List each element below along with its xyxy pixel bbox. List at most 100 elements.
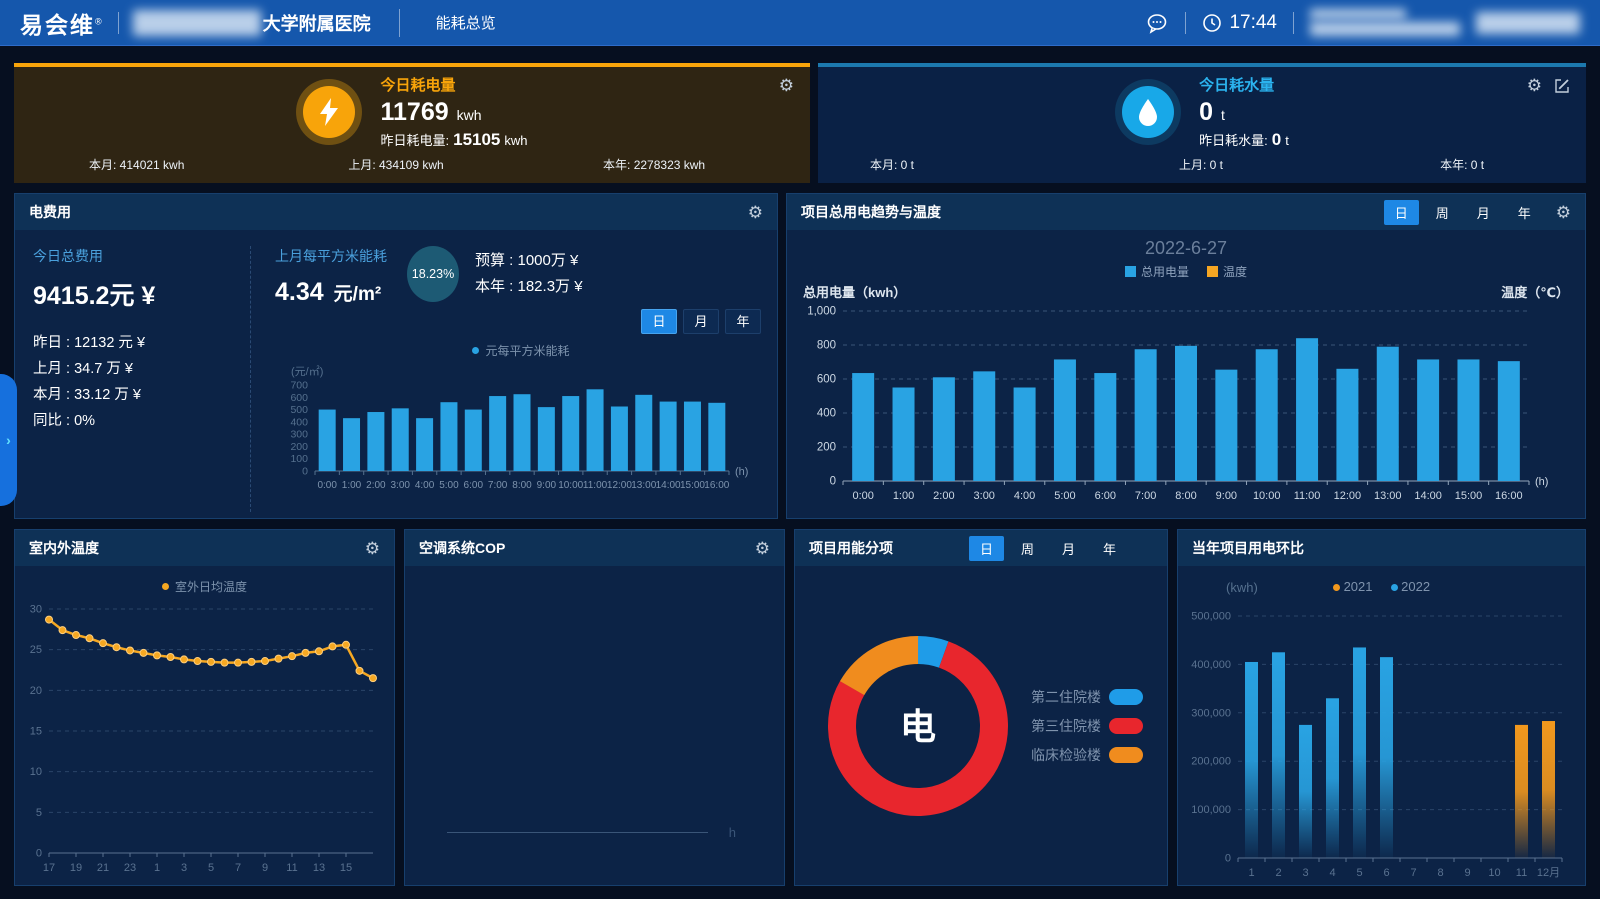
svg-text:12:00: 12:00 — [1334, 490, 1362, 502]
message-icon[interactable] — [1145, 11, 1169, 35]
tab-day[interactable]: 日 — [969, 536, 1004, 561]
trend-axis-labels: 总用电量（kwh） 温度（℃） — [787, 280, 1585, 301]
legend-item[interactable]: 临床检验楼 — [1031, 745, 1143, 765]
tab-month[interactable]: 月 — [1051, 536, 1086, 561]
svg-text:1,000: 1,000 — [807, 306, 836, 318]
legend-dot — [1333, 584, 1340, 591]
panel-title: 空调系统COP — [419, 538, 505, 558]
svg-text:14:00: 14:00 — [1414, 490, 1442, 502]
budget-block: 预算 : 1000万 ¥ 本年 : 182.3万 ¥ — [475, 248, 583, 300]
svg-text:9: 9 — [1464, 867, 1470, 879]
tab-week[interactable]: 周 — [1010, 536, 1045, 561]
settings-icon[interactable]: ⚙ — [779, 77, 794, 94]
tab-month[interactable]: 月 — [683, 309, 719, 334]
legend-item[interactable]: 温度 — [1207, 263, 1247, 280]
electric-fee-panel: 电费用 ⚙ 今日总费用 9415.2元 ¥ 昨日 : 12132 元 ¥ 上月 … — [14, 193, 778, 519]
tab-year[interactable]: 年 — [1092, 536, 1127, 561]
legend-dot — [1391, 584, 1398, 591]
legend-chip — [1109, 747, 1143, 763]
cop-x-axis — [447, 832, 708, 833]
electric-summary-card[interactable]: ⚙ 今日耗电量 11769kwh 昨日耗电量:15105kwh 本月: 4140… — [14, 63, 810, 183]
svg-text:200: 200 — [817, 442, 836, 454]
legend-item[interactable]: 第二住院楼 — [1031, 687, 1143, 707]
stat-year: 本年: 2278323 kwh — [603, 156, 810, 173]
svg-text:300: 300 — [290, 429, 308, 441]
svg-text:2:00: 2:00 — [366, 480, 386, 491]
legend-item[interactable]: 2022 — [1391, 579, 1431, 594]
drawer-handle[interactable]: › — [0, 374, 17, 506]
svg-text:300,000: 300,000 — [1191, 707, 1231, 719]
svg-text:10: 10 — [30, 766, 42, 778]
tab-month[interactable]: 月 — [1466, 200, 1501, 225]
svg-text:25: 25 — [30, 644, 42, 656]
temperature-panel: 室内外温度 ⚙ 室外日均温度 0510152025301719212313579… — [14, 529, 395, 886]
svg-text:23: 23 — [124, 862, 136, 874]
redacted-user-block[interactable] — [1476, 12, 1580, 34]
water-card-title: 今日耗水量 — [1199, 74, 1289, 95]
breakdown-period-tabs: 日 周 月 年 — [969, 536, 1127, 561]
tab-week[interactable]: 周 — [1425, 200, 1460, 225]
legend-item[interactable]: 第三住院楼 — [1031, 716, 1143, 736]
svg-text:15:00: 15:00 — [680, 480, 705, 491]
stat-month: 本月: 0 t — [818, 156, 1179, 173]
settings-icon[interactable]: ⚙ — [1556, 204, 1571, 221]
budget-percent-badge: 18.23% — [407, 246, 459, 302]
svg-text:11: 11 — [1516, 867, 1527, 879]
svg-text:10: 10 — [1488, 867, 1500, 879]
legend-item[interactable]: 2021 — [1333, 579, 1373, 594]
fee-today-label: 今日总费用 — [33, 246, 242, 266]
stat-last-month: 上月: 434109 kwh — [348, 156, 603, 173]
svg-text:500,000: 500,000 — [1191, 610, 1231, 622]
tab-day[interactable]: 日 — [1384, 200, 1419, 225]
legend-label: 元每平方米能耗 — [485, 342, 569, 359]
cop-chart-area: h — [405, 566, 784, 885]
water-summary-card[interactable]: ⚙ 今日耗水量 0t 昨日耗水量:0t 本月: 0 t 上月: 0 t 本年 — [818, 63, 1586, 183]
settings-icon[interactable]: ⚙ — [748, 204, 763, 221]
svg-text:0: 0 — [830, 476, 836, 488]
svg-text:0: 0 — [1225, 852, 1231, 864]
fee-bar-chart: 01002003004005006007000:001:002:003:004:… — [275, 379, 765, 497]
legend-item[interactable]: 总用电量 — [1125, 263, 1189, 280]
svg-text:17: 17 — [43, 862, 55, 874]
svg-text:8:00: 8:00 — [1175, 490, 1196, 502]
right-axis-label: 温度（℃） — [1501, 282, 1569, 301]
svg-text:7:00: 7:00 — [488, 480, 508, 491]
fee-row: 上月 : 34.7 万 ¥ — [33, 356, 242, 382]
svg-text:16:00: 16:00 — [704, 480, 729, 491]
panel-title: 电费用 — [29, 202, 71, 222]
tab-year[interactable]: 年 — [725, 309, 761, 334]
svg-text:7:00: 7:00 — [1135, 490, 1156, 502]
svg-text:10:00: 10:00 — [1253, 490, 1281, 502]
settings-icon[interactable]: ⚙ — [1527, 77, 1542, 94]
svg-text:3: 3 — [181, 862, 187, 874]
legend-dot — [472, 347, 479, 354]
svg-text:6:00: 6:00 — [464, 480, 484, 491]
tab-year[interactable]: 年 — [1507, 200, 1542, 225]
settings-icon[interactable]: ⚙ — [365, 540, 380, 557]
fee-chart-ylabel: (元/㎡) — [291, 363, 767, 379]
navbar: 易会维® 大学附属医院 能耗总览 17:44 — [0, 0, 1600, 46]
svg-text:200: 200 — [290, 441, 308, 453]
stat-year: 本年: 0 t — [1440, 156, 1586, 173]
redacted-user-info[interactable] — [1310, 9, 1460, 36]
svg-text:5: 5 — [1356, 867, 1362, 879]
sqm-label: 上月每平方米能耗 — [275, 246, 387, 266]
menu-energy-overview[interactable]: 能耗总览 — [436, 12, 496, 33]
fee-row: 同比 : 0% — [33, 408, 242, 434]
legend-swatch — [1125, 266, 1136, 277]
svg-text:4:00: 4:00 — [415, 480, 435, 491]
svg-text:19: 19 — [70, 862, 82, 874]
svg-text:13: 13 — [313, 862, 325, 874]
svg-text:8:00: 8:00 — [512, 480, 532, 491]
edit-icon[interactable] — [1554, 78, 1570, 94]
svg-text:3:00: 3:00 — [974, 490, 995, 502]
settings-icon[interactable]: ⚙ — [755, 540, 770, 557]
electricity-icon — [296, 79, 362, 145]
svg-text:16:00: 16:00 — [1495, 490, 1523, 502]
svg-text:400: 400 — [817, 408, 836, 420]
tab-day[interactable]: 日 — [641, 309, 677, 334]
svg-text:100,000: 100,000 — [1191, 804, 1231, 816]
svg-text:20: 20 — [30, 685, 42, 697]
svg-text:5: 5 — [208, 862, 214, 874]
electric-today-value: 11769kwh — [380, 98, 527, 127]
